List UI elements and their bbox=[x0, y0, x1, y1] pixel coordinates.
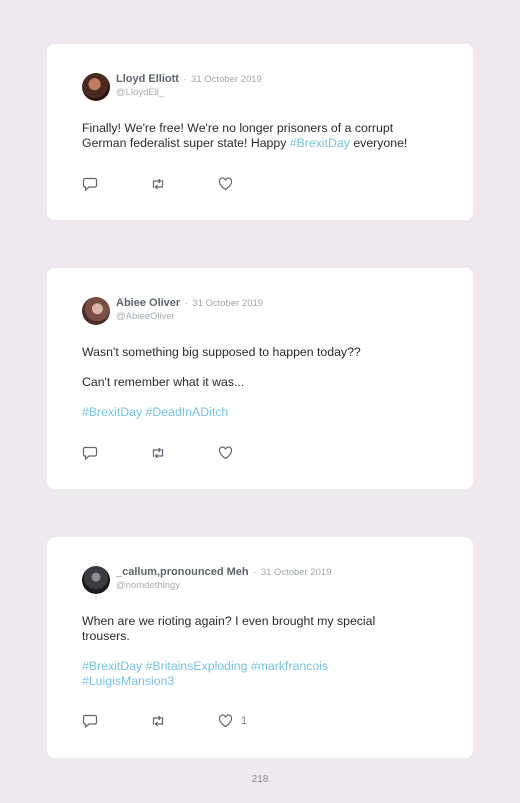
tweet-card: Abiee Oliver · 31 October 2019 @AbieeOli… bbox=[47, 268, 473, 489]
like-icon bbox=[218, 446, 233, 460]
reply-icon bbox=[82, 177, 98, 191]
retweet-icon bbox=[152, 178, 164, 190]
separator: · bbox=[253, 567, 257, 578]
reply-icon bbox=[82, 446, 98, 460]
author-handle[interactable]: @LloydEll_ bbox=[116, 87, 262, 99]
separator: · bbox=[184, 298, 188, 309]
author-handle[interactable]: @nomdethingy bbox=[116, 580, 332, 592]
hashtag-links[interactable]: #BrexitDay #DeadInADitch bbox=[82, 405, 438, 420]
tweet-line: Can't remember what it was... bbox=[82, 375, 245, 389]
like-icon bbox=[218, 714, 233, 728]
tweet-text: Finally! We're free! We're no longer pri… bbox=[82, 121, 438, 151]
hashtag-line[interactable]: #BrexitDay #BritainsExploding #markfranc… bbox=[82, 659, 328, 673]
hashtag-link[interactable]: #BrexitDay bbox=[290, 136, 350, 150]
retweet-button[interactable] bbox=[150, 446, 166, 460]
author-name[interactable]: Lloyd Elliott bbox=[116, 73, 179, 85]
avatar[interactable] bbox=[82, 566, 110, 594]
tweet-header: Abiee Oliver · 31 October 2019 @AbieeOli… bbox=[82, 296, 438, 325]
author-handle[interactable]: @AbieeOliver bbox=[116, 311, 263, 323]
reply-button[interactable] bbox=[82, 446, 98, 460]
tweet-header: _callum,pronounced Meh · 31 October 2019… bbox=[82, 565, 438, 594]
tweet-date: 31 October 2019 bbox=[192, 298, 264, 309]
like-button[interactable] bbox=[218, 177, 233, 191]
avatar[interactable] bbox=[82, 73, 110, 101]
reply-button[interactable] bbox=[82, 714, 98, 728]
reply-icon bbox=[82, 714, 98, 728]
author-name[interactable]: Abiee Oliver bbox=[116, 297, 180, 309]
tweet-text-part: everyone! bbox=[349, 136, 408, 150]
hashtag-line[interactable]: #LuigisMansion3 bbox=[82, 674, 174, 688]
tweet-text: When are we rioting again? I even brough… bbox=[82, 614, 438, 689]
tweet-line: Wasn't something big supposed to happen … bbox=[82, 345, 361, 359]
reply-button[interactable] bbox=[82, 177, 98, 191]
separator: · bbox=[183, 74, 187, 85]
tweet-card: Lloyd Elliott · 31 October 2019 @LloydEl… bbox=[47, 44, 473, 220]
tweet-actions bbox=[82, 446, 233, 460]
retweet-button[interactable] bbox=[150, 177, 166, 191]
tweet-card: _callum,pronounced Meh · 31 October 2019… bbox=[47, 537, 473, 758]
tweet-date: 31 October 2019 bbox=[260, 567, 332, 578]
page-number: 218 bbox=[251, 774, 269, 785]
retweet-icon bbox=[152, 447, 164, 459]
like-button[interactable] bbox=[218, 446, 233, 460]
tweet-header: Lloyd Elliott · 31 October 2019 @LloydEl… bbox=[82, 72, 438, 101]
retweet-icon bbox=[152, 715, 164, 727]
hashtag-links[interactable]: #BrexitDay #BritainsExploding #markfranc… bbox=[82, 659, 378, 689]
tweet-date: 31 October 2019 bbox=[191, 74, 262, 85]
tweet-actions: 1 bbox=[82, 714, 247, 728]
like-count: 1 bbox=[241, 715, 248, 727]
tweet-text: Wasn't something big supposed to happen … bbox=[82, 345, 438, 420]
avatar[interactable] bbox=[82, 297, 110, 325]
like-button[interactable]: 1 bbox=[218, 714, 247, 728]
tweet-actions bbox=[82, 177, 233, 191]
like-icon bbox=[218, 177, 233, 191]
author-name[interactable]: _callum,pronounced Meh bbox=[116, 566, 249, 578]
retweet-button[interactable] bbox=[150, 714, 166, 728]
tweet-line: When are we rioting again? I even brough… bbox=[82, 614, 376, 643]
